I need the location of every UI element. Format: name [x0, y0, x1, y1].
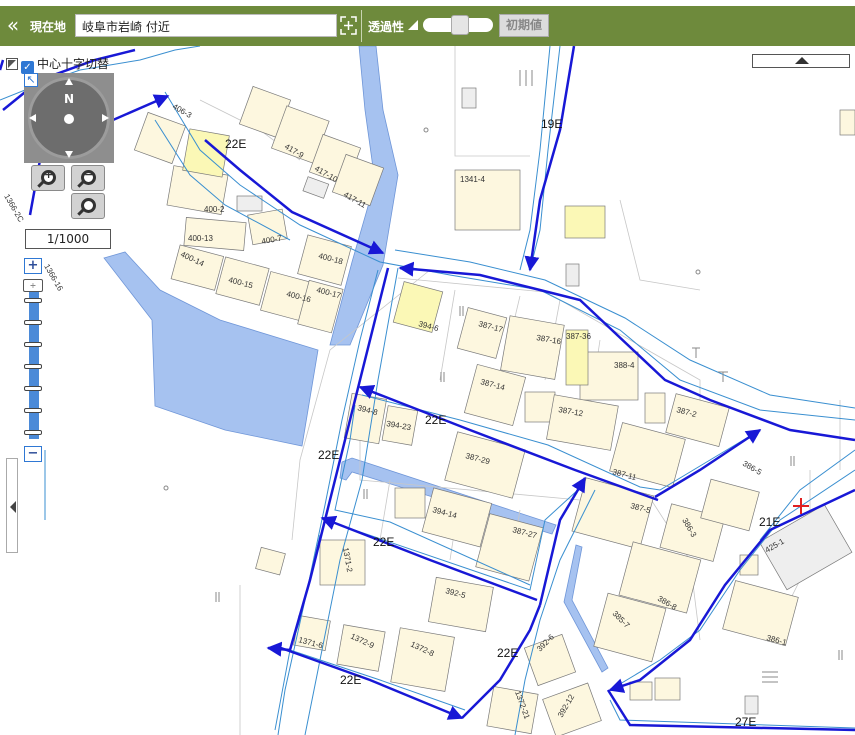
road-label: 22E — [497, 646, 518, 660]
parcel-label: 387-36 — [566, 332, 591, 341]
expand-arrow-icon[interactable]: ↖ — [24, 73, 38, 87]
road-label: 22E — [425, 413, 446, 427]
road-label: 22E — [318, 448, 339, 462]
zoom-level-tick[interactable] — [24, 298, 42, 303]
chevron-left-icon — [10, 501, 16, 513]
center-cross-toggle[interactable]: ✓ 中心十字切替 — [6, 55, 109, 74]
parcel-label: 388-4 — [614, 361, 635, 370]
zoom-level-tick[interactable] — [24, 320, 42, 325]
toolbar-divider — [361, 10, 362, 42]
zoom-out-button[interactable]: − — [71, 165, 105, 191]
parcel-label: 386-5 — [741, 459, 764, 477]
road-label: 27E — [735, 715, 756, 729]
road-edges — [0, 46, 855, 735]
road-label: 19E — [541, 117, 562, 131]
road-label: 22E — [373, 535, 394, 549]
center-crosshair-icon — [793, 498, 809, 514]
zoom-level-tick[interactable] — [24, 342, 42, 347]
transparency-slider-thumb[interactable] — [451, 15, 469, 35]
zoom-bar-fill — [29, 285, 39, 439]
zoom-bar-plus-button[interactable]: + — [24, 258, 42, 274]
parcel-label: 1366-16 — [42, 263, 65, 293]
transparency-triangle-icon — [408, 20, 418, 30]
scale-display: 1/1000 — [25, 229, 111, 249]
parcel-label: 400-13 — [188, 234, 213, 243]
collapse-legend-button[interactable] — [752, 54, 850, 68]
road-label: 22E — [340, 673, 361, 687]
zoom-level-tick[interactable] — [24, 430, 42, 435]
center-cross-label: 中心十字切替 — [37, 57, 110, 71]
zoom-in-button[interactable]: + — [31, 165, 65, 191]
zoom-level-tick[interactable] — [24, 364, 42, 369]
current-location-field[interactable]: 岐阜市岩崎 付近 — [75, 14, 337, 37]
locate-target-icon[interactable] — [340, 16, 357, 35]
side-panel-tab[interactable] — [6, 458, 18, 553]
top-toolbar: « 現在地 岐阜市岩崎 付近 透過性 初期値 — [0, 0, 855, 46]
zoom-bar-minus-button[interactable]: − — [24, 446, 42, 462]
chevron-up-icon — [795, 57, 809, 64]
map-canvas[interactable]: 22E 19E 22E 22E 22E 21E 22E 22E 27E 406-… — [0, 46, 855, 735]
road-label: 22E — [225, 137, 246, 151]
zoom-level-tick[interactable] — [24, 408, 42, 413]
zoom-bar-handle[interactable]: ÷ — [23, 279, 43, 292]
panel-toggle-icon[interactable] — [6, 58, 18, 70]
parcel-label: 406-3 — [171, 102, 194, 120]
road-label: 21E — [759, 515, 780, 529]
collapse-panel-button[interactable]: « — [3, 13, 23, 39]
zoom-area-button[interactable] — [71, 193, 105, 219]
current-location-label: 現在地 — [30, 20, 67, 34]
parcel-label: 1366-2C — [2, 193, 25, 224]
parcel-label: 400-2 — [204, 205, 225, 214]
zoom-level-tick[interactable] — [24, 386, 42, 391]
reset-default-button[interactable]: 初期値 — [499, 14, 549, 37]
transparency-label: 透過性 — [368, 20, 405, 34]
parcel-label: 1341-4 — [460, 175, 485, 184]
